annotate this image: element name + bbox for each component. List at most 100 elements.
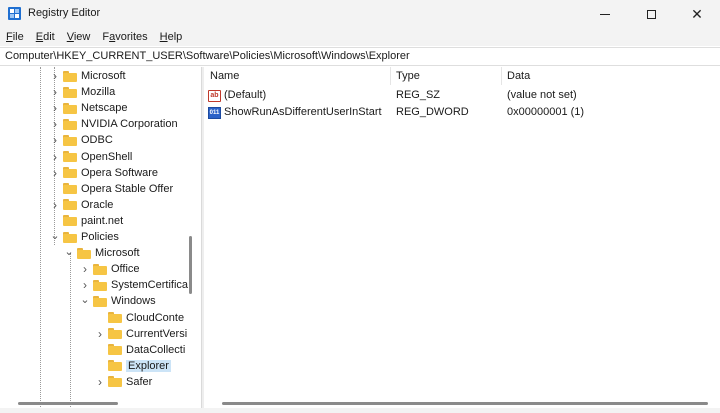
value-data: (value not set) — [507, 89, 577, 101]
menu-view[interactable]: View — [67, 31, 91, 43]
status-bar — [0, 408, 720, 413]
tree-guide-line — [40, 67, 41, 413]
tree-item[interactable]: › NVIDIA Corporation — [50, 116, 178, 132]
address-bar[interactable]: Computer\HKEY_CURRENT_USER\Software\Poli… — [0, 47, 720, 66]
tree-item[interactable]: › CurrentVersi — [95, 326, 187, 342]
maximize-button[interactable] — [628, 0, 674, 28]
tree-item-label: Microsoft — [95, 247, 140, 260]
folder-icon — [63, 118, 77, 130]
close-button[interactable]: ✕ — [674, 0, 720, 28]
chevron-right-icon[interactable]: › — [80, 261, 90, 277]
column-header-type[interactable]: Type — [391, 67, 502, 85]
chevron-right-icon[interactable]: › — [50, 100, 60, 116]
tree-item[interactable]: CloudConte — [95, 310, 184, 326]
chevron-right-icon[interactable]: › — [50, 197, 60, 213]
menu-file-key: F — [6, 31, 13, 43]
menu-bar: File Edit View Favorites Help — [0, 28, 720, 46]
tree-item[interactable]: › ODBC — [50, 132, 113, 148]
list-horizontal-scrollbar[interactable] — [222, 402, 708, 405]
tree-item[interactable]: › Office — [80, 261, 140, 277]
tree-item[interactable]: ⌄ Policies — [50, 229, 119, 245]
folder-icon — [93, 279, 107, 291]
pane-splitter[interactable] — [201, 67, 204, 413]
folder-icon — [63, 134, 77, 146]
chevron-right-icon[interactable]: › — [50, 132, 60, 148]
folder-icon — [63, 183, 77, 195]
menu-file-rest: ile — [12, 31, 24, 43]
chevron-right-icon[interactable]: › — [95, 326, 105, 342]
menu-edit[interactable]: Edit — [36, 31, 55, 43]
binary-value-icon: 011 — [208, 106, 221, 119]
key-tree[interactable]: › Microsoft › Mozilla › Netscape › NVIDIA Corpo… — [0, 67, 200, 413]
tree-item[interactable]: Opera Stable Offer — [50, 181, 173, 197]
menu-file[interactable]: File — [6, 31, 24, 43]
chevron-down-icon[interactable]: ⌄ — [64, 245, 74, 261]
tree-item-label: Office — [111, 263, 140, 276]
folder-icon — [108, 328, 122, 340]
chevron-right-icon[interactable]: › — [80, 277, 90, 293]
tree-item[interactable]: › OpenShell — [50, 149, 132, 165]
maximize-icon — [646, 9, 656, 19]
chevron-down-icon[interactable]: ⌄ — [80, 293, 90, 309]
tree-guide-line — [70, 253, 71, 413]
tree-item-label: Windows — [111, 295, 156, 308]
menu-edit-rest: dit — [43, 31, 55, 43]
column-header-name[interactable]: Name — [205, 67, 391, 85]
tree-item[interactable]: › Mozilla — [50, 84, 115, 100]
chevron-right-icon[interactable]: › — [95, 374, 105, 390]
chevron-right-icon[interactable]: › — [50, 165, 60, 181]
value-name: (Default) — [224, 89, 267, 101]
folder-icon — [108, 344, 122, 356]
minimize-icon — [600, 13, 610, 15]
tree-item-label: Opera Software — [81, 166, 159, 179]
tree-item[interactable]: › Safer — [95, 374, 152, 390]
tree-vertical-scrollbar[interactable] — [189, 236, 192, 294]
tree-item-label: NVIDIA Corporation — [81, 118, 178, 131]
tree-item[interactable]: DataCollecti — [95, 342, 185, 358]
no-expander — [95, 342, 105, 358]
tree-item[interactable]: › Opera Software — [50, 165, 158, 181]
tree-item[interactable]: Explorer — [95, 358, 171, 374]
tree-item[interactable]: › Oracle — [50, 197, 113, 213]
tree-item[interactable]: › SystemCertifica — [80, 277, 188, 293]
tree-item-label: SystemCertifica — [111, 279, 189, 292]
chevron-right-icon[interactable]: › — [50, 149, 60, 165]
value-name-cell: ab (Default) — [208, 87, 266, 104]
folder-icon — [93, 263, 107, 275]
no-expander — [95, 310, 105, 326]
column-header-data[interactable]: Data — [502, 67, 720, 85]
chevron-down-icon[interactable]: ⌄ — [50, 229, 60, 245]
folder-icon — [63, 102, 77, 114]
no-expander — [50, 181, 60, 197]
folder-icon — [108, 360, 122, 372]
menu-help-rest: elp — [167, 31, 183, 43]
tree-item-label: Safer — [126, 375, 153, 388]
folder-icon — [63, 231, 77, 243]
folder-icon — [77, 247, 91, 259]
value-name: ShowRunAsDifferentUserInStart — [224, 106, 382, 118]
menu-help[interactable]: Help — [160, 31, 183, 43]
menu-favorites-rest: vorites — [115, 31, 148, 43]
tree-item[interactable]: › Microsoft — [50, 68, 126, 84]
menu-view-key: V — [66, 31, 74, 43]
tree-item[interactable]: ⌄ Windows — [80, 293, 156, 309]
menu-favorites[interactable]: Favorites — [102, 31, 147, 43]
chevron-right-icon[interactable]: › — [50, 68, 60, 84]
chevron-right-icon[interactable]: › — [50, 84, 60, 100]
folder-icon — [108, 312, 122, 323]
tree-item-label: CloudConte — [126, 311, 185, 324]
chevron-right-icon[interactable]: › — [50, 116, 60, 132]
tree-item-label: paint.net — [81, 214, 124, 227]
value-row[interactable]: ab (Default) REG_SZ (value not set) — [205, 87, 720, 104]
value-row[interactable]: 011 ShowRunAsDifferentUserInStart REG_DW… — [205, 104, 720, 121]
tree-item[interactable]: ⌄ Microsoft — [64, 245, 140, 261]
close-icon: ✕ — [691, 5, 703, 22]
tree-horizontal-scrollbar[interactable] — [18, 402, 118, 405]
menu-view-rest: iew — [73, 31, 91, 43]
menu-help-key: H — [159, 31, 168, 43]
tree-item[interactable]: paint.net — [50, 213, 123, 229]
minimize-button[interactable] — [582, 0, 628, 28]
tree-item[interactable]: › Netscape — [50, 100, 127, 116]
folder-icon — [63, 215, 77, 227]
folder-icon — [63, 151, 77, 162]
